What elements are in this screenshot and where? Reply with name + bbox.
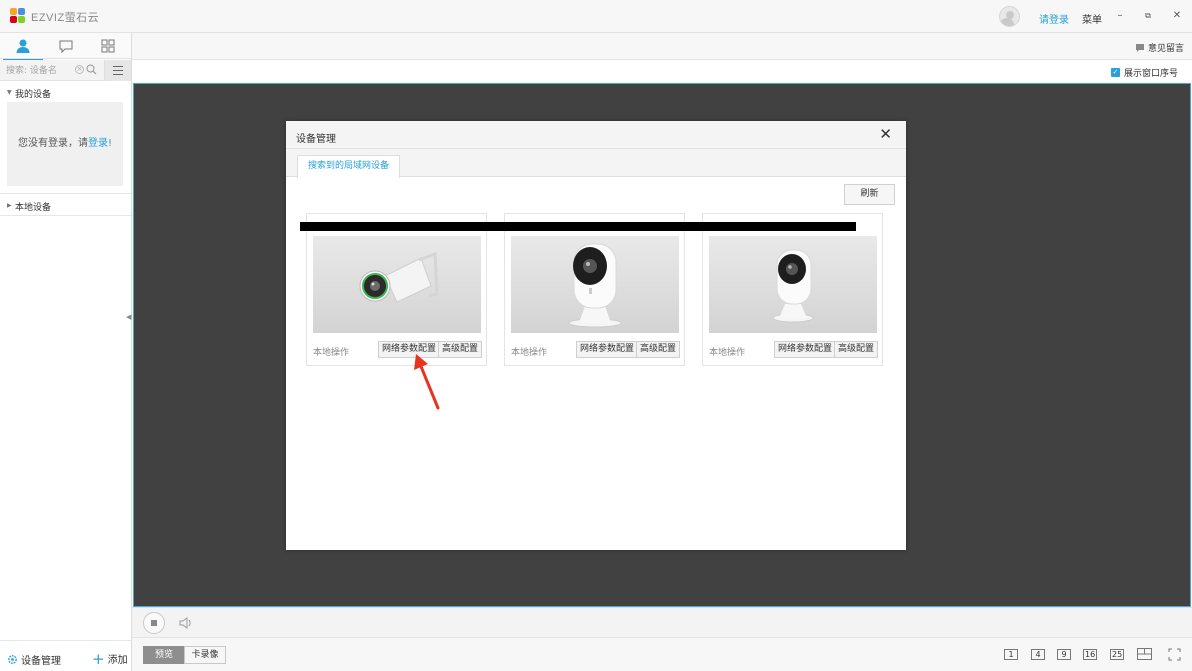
refresh-button[interactable]: 刷新	[844, 184, 895, 205]
device-search-input[interactable]	[6, 64, 76, 77]
collapse-triangle-icon: ▶	[7, 202, 12, 209]
device-card: 本地操作 网络参数配置 高级配置	[504, 213, 685, 366]
app-brand: EZVIZ萤石云	[31, 12, 100, 24]
device-card: 本地操作 网络参数配置 高级配置	[702, 213, 883, 366]
title-bar: EZVIZ萤石云 请登录 菜单 – ⧉ ✕	[0, 0, 1192, 33]
playback-controls	[132, 607, 1192, 637]
clear-search-icon[interactable]: ×	[75, 65, 84, 74]
device-manage-label: 设备管理	[21, 656, 61, 667]
tab-messages-chat-icon[interactable]	[58, 38, 74, 54]
divider	[0, 215, 131, 216]
layout-4-button[interactable]: 4	[1031, 649, 1045, 660]
network-config-button[interactable]: 网络参数配置	[774, 341, 837, 358]
volume-icon[interactable]	[178, 616, 194, 630]
my-devices-label: 我的设备	[15, 90, 52, 100]
login-link[interactable]: 请登录	[1039, 11, 1069, 26]
advanced-config-button[interactable]: 高级配置	[636, 341, 681, 358]
tab-devices-user-icon[interactable]	[3, 38, 43, 61]
stop-button[interactable]	[143, 612, 165, 634]
app-window: EZVIZ萤石云 请登录 菜单 – ⧉ ✕ ×	[0, 0, 1192, 671]
show-window-index-option[interactable]: ✓ 展示窗口序号	[1110, 66, 1178, 79]
collapse-panel-handle-icon[interactable]: ◀	[126, 313, 132, 325]
device-card: 本地操作 网络参数配置 高级配置	[306, 213, 487, 366]
login-prompt-text: 您没有登录，请	[17, 138, 88, 149]
divider	[0, 193, 131, 194]
local-operation-label: 本地操作	[511, 348, 548, 358]
ezviz-logo-icon	[10, 8, 26, 24]
local-operation-label: 本地操作	[709, 348, 746, 358]
gear-icon	[8, 655, 17, 664]
dialog-header: 设备管理 ✕	[286, 121, 906, 149]
plus-icon: +	[92, 649, 105, 668]
search-icon[interactable]	[86, 64, 97, 75]
device-manage-button[interactable]: 设备管理	[7, 652, 61, 667]
annotation-arrow-icon	[410, 352, 450, 414]
tab-lan-devices[interactable]: 搜索到的局域网设备	[297, 155, 401, 178]
layout-1-button[interactable]: 1	[1004, 649, 1018, 660]
user-avatar[interactable]	[999, 6, 1020, 27]
dialog-close-icon[interactable]: ✕	[879, 127, 892, 142]
list-menu-icon[interactable]	[104, 60, 131, 81]
sidebar-tabs	[0, 33, 131, 61]
indoor-camera-image	[511, 236, 679, 333]
toolbar: 意见留言	[132, 33, 1192, 60]
dialog-title: 设备管理	[296, 134, 336, 145]
local-devices-group[interactable]: ▶ 本地设备	[0, 196, 131, 214]
layout-9-button[interactable]: 9	[1057, 649, 1071, 660]
local-devices-label: 本地设备	[15, 203, 52, 213]
device-manage-dialog: 设备管理 ✕ 搜索到的局域网设备 刷新 本地操作 网络参数配置 高级配置 本地操…	[286, 121, 906, 550]
fullscreen-icon[interactable]	[1168, 648, 1181, 664]
device-search-bar: ×	[0, 60, 131, 81]
tab-grid-apps-icon[interactable]	[100, 38, 116, 54]
redaction-bar	[300, 222, 856, 231]
close-button[interactable]: ✕	[1170, 9, 1184, 23]
chat-bubble-icon	[1135, 43, 1144, 52]
tab-card-recording[interactable]: 卡录像	[184, 646, 226, 664]
network-config-button[interactable]: 网络参数配置	[576, 341, 639, 358]
bullet-camera-image	[313, 236, 481, 333]
sidebar: × ▼ 我的设备 您没有登录，请登录! ▶ 本地设备 ◀ 设备管理	[0, 33, 132, 671]
sidebar-footer: 设备管理 + 添加	[0, 640, 131, 671]
menu-button[interactable]: 菜单	[1082, 11, 1102, 26]
bottom-bar: 预览 卡录像 1 4 9 16 25	[132, 637, 1192, 671]
local-operation-label: 本地操作	[313, 348, 350, 358]
add-label: 添加	[107, 655, 128, 666]
login-prompt-link[interactable]: 登录!	[88, 138, 112, 149]
show-index-label: 展示窗口序号	[1123, 69, 1178, 79]
custom-layout-icon[interactable]	[1137, 648, 1152, 663]
dialog-tabs: 搜索到的局域网设备	[286, 149, 906, 178]
layout-16-button[interactable]: 16	[1083, 649, 1098, 660]
login-prompt-box: 您没有登录，请登录!	[7, 102, 123, 186]
options-bar: ✓ 展示窗口序号	[132, 60, 1192, 83]
feedback-button[interactable]: 意见留言	[1135, 41, 1184, 54]
expand-triangle-icon: ▼	[7, 89, 12, 96]
mini-camera-image	[709, 236, 877, 333]
feedback-label: 意见留言	[1147, 44, 1184, 54]
tab-preview[interactable]: 预览	[143, 646, 185, 664]
show-index-checkbox[interactable]: ✓	[1110, 68, 1120, 77]
minimize-button[interactable]: –	[1113, 9, 1127, 23]
restore-button[interactable]: ⧉	[1141, 9, 1155, 23]
layout-25-button[interactable]: 25	[1110, 649, 1125, 660]
my-devices-group[interactable]: ▼ 我的设备	[0, 83, 131, 101]
add-device-button[interactable]: + 添加	[92, 651, 128, 666]
advanced-config-button[interactable]: 高级配置	[834, 341, 879, 358]
